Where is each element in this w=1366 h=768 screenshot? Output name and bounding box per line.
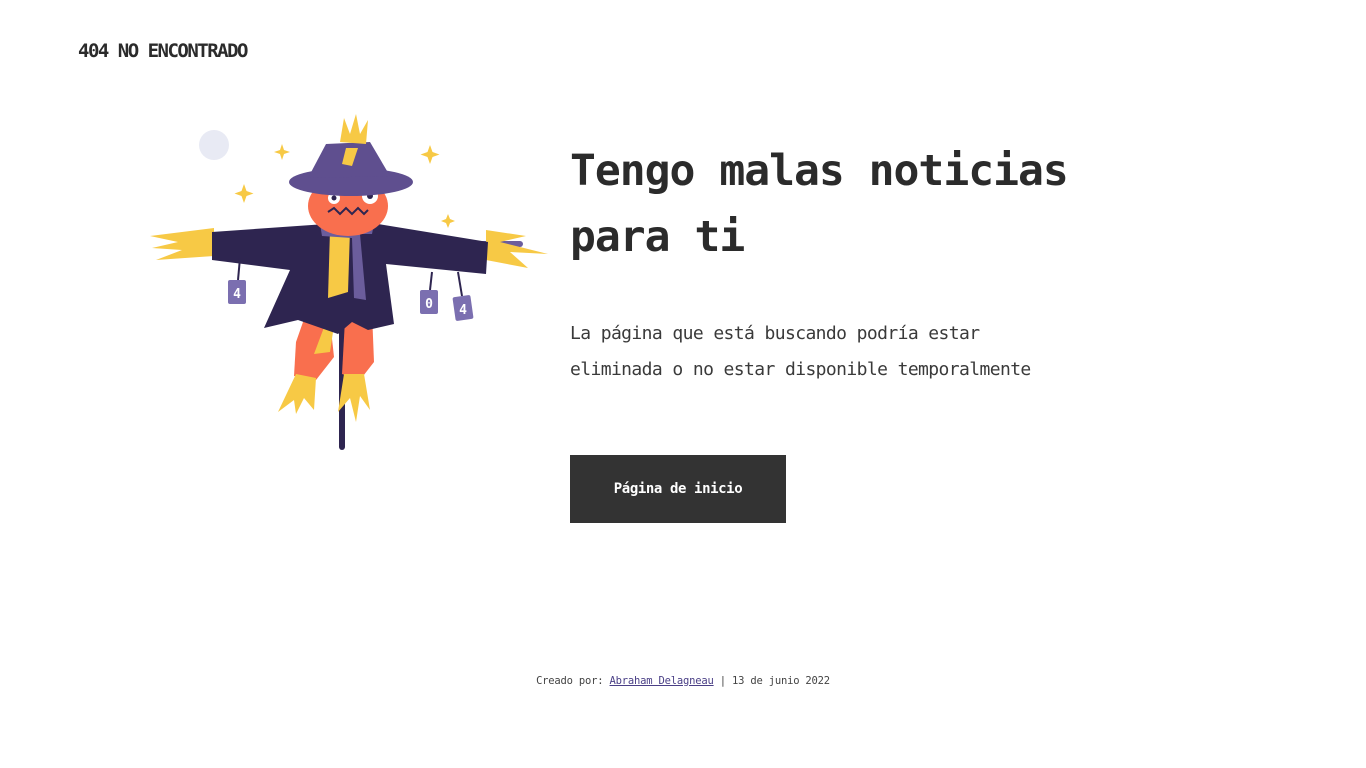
error-description: La página que está buscando podría estar…	[570, 323, 1031, 380]
footer-credits: Creado por: Abraham Delagneau | 13 de ju…	[0, 675, 1366, 687]
author-link[interactable]: Abraham Delagneau	[610, 675, 714, 687]
headline-line-2: para ti	[570, 212, 745, 262]
can-label-2: 0	[425, 297, 433, 312]
main-content: Tengo malas noticias para ti La página q…	[570, 138, 1130, 388]
headline-line-1: Tengo malas noticias	[570, 146, 1069, 196]
home-page-button[interactable]: Página de inicio	[570, 455, 786, 523]
moon-icon	[199, 130, 229, 160]
can-label-1: 4	[233, 287, 241, 302]
brand-title: 404 NO ENCONTRADO	[78, 40, 248, 62]
footer-prefix: Creado por:	[536, 675, 610, 687]
scarecrow-illustration: 4 0 4	[148, 112, 553, 457]
page-headline: Tengo malas noticias para ti	[570, 138, 1130, 270]
error-page: 404 NO ENCONTRADO 4 0 4 Tengo malas noti…	[0, 0, 1366, 768]
footer-date: | 13 de junio 2022	[713, 675, 830, 687]
can-label-3: 4	[459, 303, 467, 318]
